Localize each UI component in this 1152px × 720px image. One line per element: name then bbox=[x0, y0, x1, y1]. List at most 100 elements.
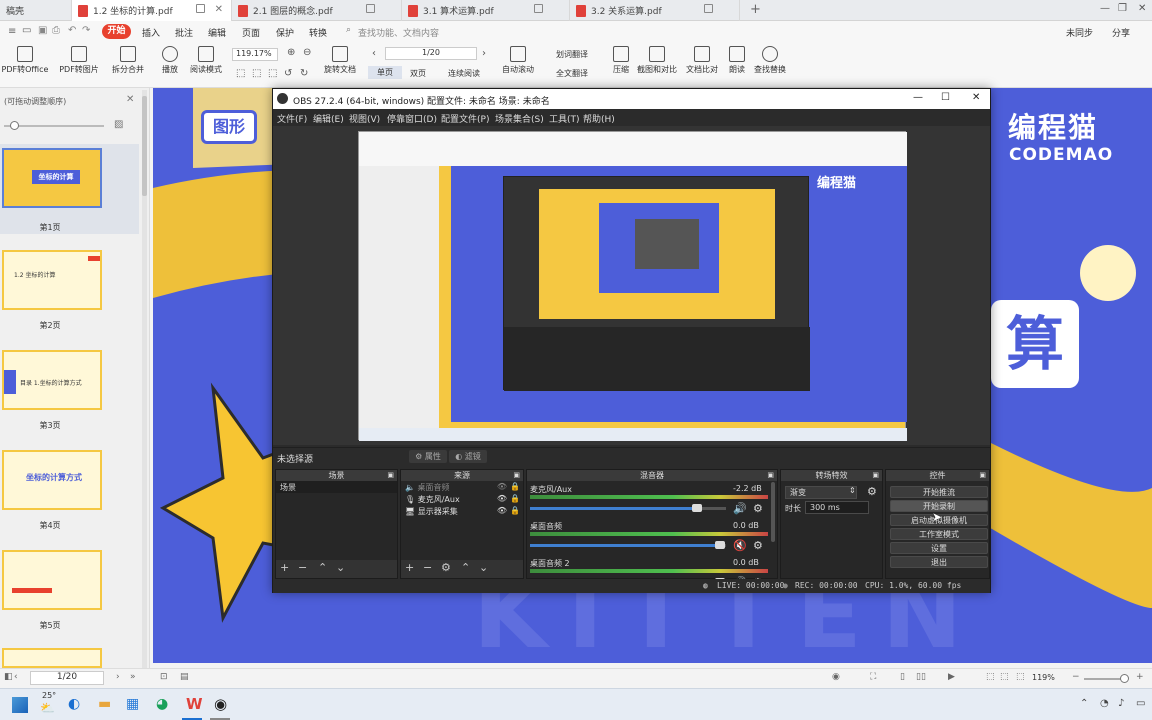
obs-menu-file[interactable]: 文件(F) bbox=[277, 112, 307, 125]
scene-item[interactable]: 场景 bbox=[276, 481, 397, 493]
obs-menu-docks[interactable]: 停靠窗口(D) bbox=[387, 112, 437, 125]
play-button[interactable]: 播放 bbox=[156, 46, 184, 75]
zoom-select[interactable]: 119.17% bbox=[232, 48, 278, 61]
zoom-slider-knob[interactable] bbox=[1120, 674, 1129, 683]
maximize-icon[interactable]: ☐ bbox=[941, 92, 950, 103]
word-translate-button[interactable]: 划词翻译 bbox=[556, 49, 588, 60]
reading-mode-button[interactable]: 阅读模式 bbox=[186, 46, 226, 75]
thumb-size-slider[interactable] bbox=[4, 125, 104, 127]
speaker-icon[interactable]: 🔊 bbox=[733, 502, 747, 515]
tab-window-icon[interactable] bbox=[534, 4, 543, 13]
panel-toggle-icon[interactable]: ◧ bbox=[4, 672, 13, 682]
undock-icon[interactable]: ▣ bbox=[387, 470, 394, 481]
close-icon[interactable]: ✕ bbox=[126, 94, 134, 105]
zoom-out-icon[interactable]: − bbox=[1072, 672, 1080, 682]
gear-icon[interactable]: ⚙ bbox=[867, 485, 877, 498]
obs-menu-scene-collection[interactable]: 场景集合(S) bbox=[495, 112, 544, 125]
pdf-to-office-button[interactable]: PDF转Office bbox=[0, 46, 50, 75]
pdf-to-image-button[interactable]: PDF转图片 bbox=[56, 46, 102, 75]
single-page-icon[interactable]: ▯ bbox=[900, 672, 905, 682]
rotate-right-icon[interactable]: ↻ bbox=[300, 68, 308, 79]
source-item[interactable]: 🖥 显示器采集 👁 🔒 bbox=[401, 505, 523, 517]
fit-page-icon[interactable]: ⬚ bbox=[1000, 672, 1009, 682]
tab-document[interactable]: 2.1 图层的概念.pdf bbox=[232, 0, 402, 21]
page-thumb-1[interactable]: 坐标的计算 bbox=[2, 148, 102, 208]
gear-icon[interactable]: ⚙ bbox=[441, 561, 451, 574]
lock-icon[interactable]: 🔒 bbox=[510, 482, 520, 491]
page-thumb-2[interactable]: 1.2 坐标的计算 bbox=[2, 250, 102, 310]
menu-convert[interactable]: 转换 bbox=[309, 26, 327, 39]
full-translate-button[interactable]: 全文翻译 bbox=[556, 68, 588, 79]
share-button[interactable]: 分享 bbox=[1112, 26, 1130, 39]
zoom-in-icon[interactable]: + bbox=[1136, 672, 1144, 682]
undo-icon[interactable]: ↶ bbox=[68, 25, 76, 36]
tab-window-icon[interactable] bbox=[366, 4, 375, 13]
page-thumb-6[interactable] bbox=[2, 648, 102, 668]
actual-size-icon[interactable]: ⬚ bbox=[1016, 672, 1025, 682]
lock-icon[interactable]: 🔒 bbox=[510, 494, 520, 503]
obs-menu-view[interactable]: 视图(V) bbox=[349, 112, 380, 125]
tab-document[interactable]: 3.1 算术运算.pdf bbox=[402, 0, 570, 21]
close-window-icon[interactable]: ✕ bbox=[1138, 3, 1146, 14]
file-explorer-icon[interactable]: ▬ bbox=[98, 696, 111, 712]
page-thumb-3[interactable]: 目录 1.坐标的计算方式 bbox=[2, 350, 102, 410]
gear-icon[interactable]: ⚙ bbox=[753, 539, 763, 552]
restore-icon[interactable]: ❐ bbox=[1118, 3, 1127, 14]
menu-protect[interactable]: 保护 bbox=[276, 26, 294, 39]
read-aloud-button[interactable]: 朗读 bbox=[724, 46, 750, 75]
move-up-icon[interactable]: ⌃ bbox=[318, 561, 327, 574]
eye-icon[interactable]: ◉ bbox=[832, 672, 840, 682]
undock-icon[interactable]: ▣ bbox=[513, 470, 520, 481]
auto-scroll-button[interactable]: 自动滚动 bbox=[498, 46, 538, 75]
slider-knob[interactable] bbox=[10, 121, 19, 130]
move-down-icon[interactable]: ⌄ bbox=[479, 561, 488, 574]
obs-menu-edit[interactable]: 编辑(E) bbox=[313, 112, 344, 125]
double-page-button[interactable]: 双页 bbox=[410, 68, 426, 79]
menu-start[interactable]: 开始 bbox=[102, 24, 131, 39]
sync-status[interactable]: 未同步 bbox=[1066, 26, 1093, 39]
fit-width-icon[interactable]: ⬚ bbox=[986, 672, 995, 682]
mixer-scrollbar[interactable] bbox=[771, 482, 775, 542]
move-up-icon[interactable]: ⌃ bbox=[461, 561, 470, 574]
remove-icon[interactable]: − bbox=[423, 561, 432, 574]
studio-mode-button[interactable]: 工作室模式 bbox=[890, 528, 988, 540]
tab-document-active[interactable]: 1.2 坐标的计算.pdf ✕ bbox=[72, 0, 232, 21]
doc-compare-button[interactable]: 文档比对 bbox=[684, 46, 720, 75]
next-page-icon[interactable]: › bbox=[482, 48, 486, 59]
double-page-icon[interactable]: ▯▯ bbox=[916, 672, 926, 682]
screenshot-compare-button[interactable]: 截图和对比 bbox=[636, 46, 678, 75]
obs-menu-tools[interactable]: 工具(T) bbox=[549, 112, 580, 125]
print-icon[interactable]: ⎙ bbox=[52, 25, 60, 36]
filters-button[interactable]: ◐ 滤镜 bbox=[449, 450, 487, 463]
first-page-icon[interactable]: ‹ bbox=[14, 672, 18, 682]
status-zoom[interactable]: 119% bbox=[1032, 673, 1055, 682]
move-down-icon[interactable]: ⌄ bbox=[336, 561, 345, 574]
continuous-read-button[interactable]: 连续阅读 bbox=[448, 68, 480, 79]
fit-icon[interactable]: ⊡ bbox=[160, 672, 168, 682]
tab-window-icon[interactable] bbox=[196, 4, 205, 13]
save-icon[interactable]: ▣ bbox=[38, 25, 47, 36]
gear-icon[interactable]: ⚙ bbox=[753, 502, 763, 515]
start-menu-icon[interactable] bbox=[12, 697, 28, 713]
status-page-input[interactable]: 1/20 bbox=[30, 671, 104, 685]
menu-insert[interactable]: 插入 bbox=[142, 26, 160, 39]
search-app-icon[interactable]: ◕ bbox=[156, 696, 168, 712]
page-input[interactable]: 1/20 bbox=[385, 47, 477, 60]
volume-icon[interactable]: ♪ bbox=[1118, 698, 1124, 709]
muted-speaker-icon[interactable]: 🔇 bbox=[733, 539, 747, 552]
obs-app-icon[interactable]: ◉ bbox=[214, 695, 227, 713]
prev-page-icon[interactable]: ‹ bbox=[372, 48, 376, 59]
exit-button[interactable]: 退出 bbox=[890, 556, 988, 568]
tray-chevron-icon[interactable]: ⌃ bbox=[1080, 698, 1088, 709]
add-icon[interactable]: + bbox=[280, 561, 289, 574]
add-icon[interactable]: + bbox=[405, 561, 414, 574]
tab-window-icon[interactable] bbox=[704, 4, 713, 13]
undock-icon[interactable]: ▣ bbox=[979, 470, 986, 481]
fit-page-icon[interactable]: ⬚ bbox=[252, 68, 261, 79]
play-icon[interactable]: ▶ bbox=[948, 672, 955, 682]
undock-icon[interactable]: ▣ bbox=[767, 470, 774, 481]
image-icon[interactable]: ▨ bbox=[114, 119, 123, 130]
eye-icon[interactable]: 👁 bbox=[497, 506, 507, 515]
start-streaming-button[interactable]: 开始推流 bbox=[890, 486, 988, 498]
volume-slider-knob[interactable] bbox=[692, 504, 702, 512]
